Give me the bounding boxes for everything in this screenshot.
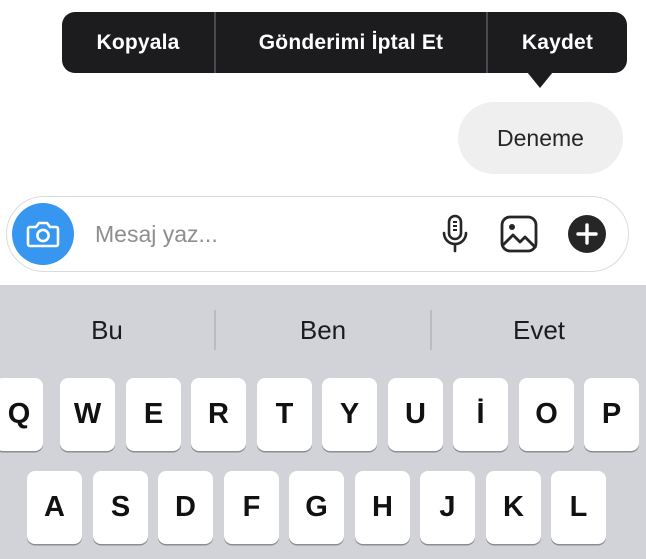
key-h[interactable]: H <box>355 471 410 544</box>
camera-icon <box>26 221 60 248</box>
key-f[interactable]: F <box>224 471 279 544</box>
image-icon <box>500 215 538 253</box>
suggestion-bu[interactable]: Bu <box>0 315 214 346</box>
microphone-icon <box>442 214 468 253</box>
suggestion-evet[interactable]: Evet <box>432 315 646 346</box>
key-u[interactable]: U <box>388 378 443 451</box>
key-q[interactable]: Q <box>0 378 43 451</box>
unsend-menu-item[interactable]: Gönderimi İptal Et <box>216 12 486 73</box>
key-t[interactable]: T <box>257 378 312 451</box>
key-o[interactable]: O <box>519 378 574 451</box>
menu-pointer-arrow <box>527 72 553 88</box>
key-j[interactable]: J <box>420 471 475 544</box>
copy-menu-item[interactable]: Kopyala <box>62 12 214 73</box>
suggestion-ben[interactable]: Ben <box>216 315 430 346</box>
suggestion-bar: Bu Ben Evet <box>0 285 646 375</box>
key-p[interactable]: P <box>584 378 639 451</box>
key-a[interactable]: A <box>27 471 82 544</box>
message-composer <box>6 196 629 272</box>
message-text: Deneme <box>497 124 584 151</box>
plus-circle-icon <box>568 215 606 253</box>
key-d[interactable]: D <box>158 471 213 544</box>
key-w[interactable]: W <box>60 378 115 451</box>
message-input[interactable] <box>95 217 415 251</box>
key-dotted-i[interactable]: İ <box>453 378 508 451</box>
message-context-menu: Kopyala Gönderimi İptal Et Kaydet <box>62 12 627 73</box>
key-r[interactable]: R <box>191 378 246 451</box>
save-menu-item[interactable]: Kaydet <box>488 12 627 73</box>
voice-message-button[interactable] <box>432 211 478 257</box>
more-actions-button[interactable] <box>564 211 610 257</box>
keyboard: Bu Ben Evet Q W E R T Y U İ O P A S D F … <box>0 285 646 559</box>
sent-message-bubble[interactable]: Deneme <box>458 102 623 174</box>
gallery-button[interactable] <box>496 211 542 257</box>
key-s[interactable]: S <box>93 471 148 544</box>
camera-button[interactable] <box>12 203 74 265</box>
key-k[interactable]: K <box>486 471 541 544</box>
key-g[interactable]: G <box>289 471 344 544</box>
key-l[interactable]: L <box>551 471 606 544</box>
key-y[interactable]: Y <box>322 378 377 451</box>
key-e[interactable]: E <box>126 378 181 451</box>
